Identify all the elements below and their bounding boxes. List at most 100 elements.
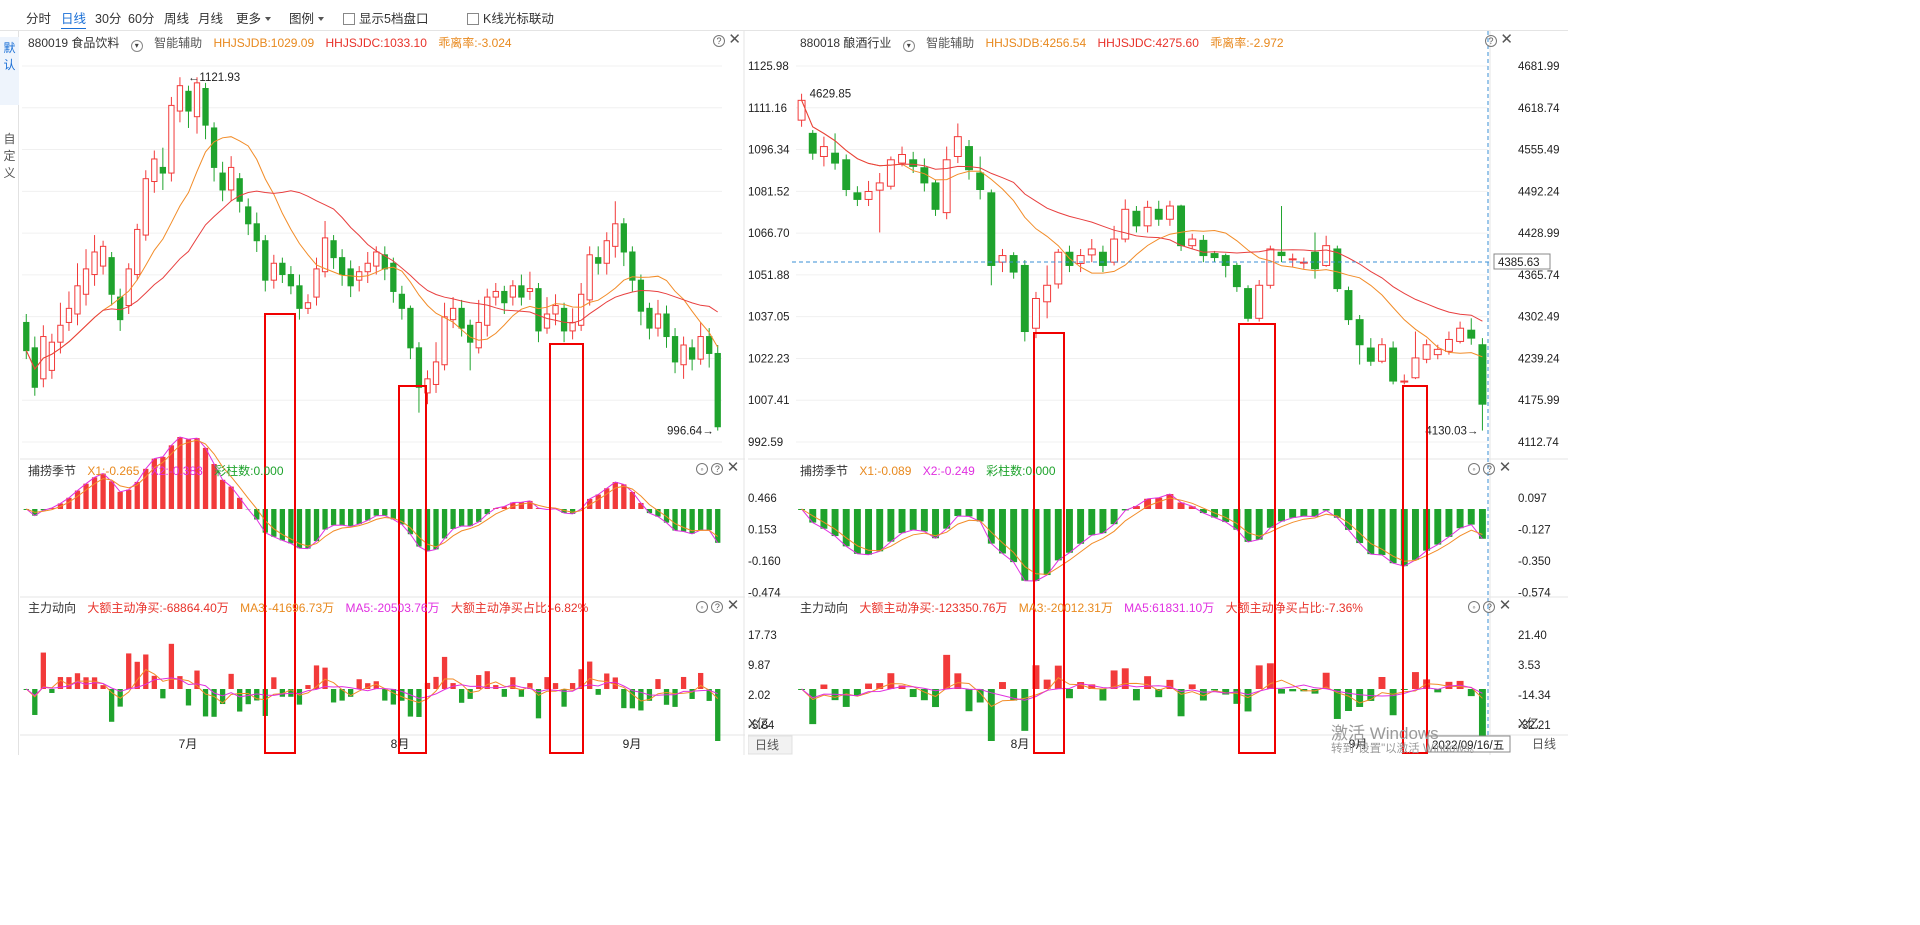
candle-body xyxy=(1043,284,1052,303)
candle-body xyxy=(458,307,465,329)
candle-body xyxy=(1132,210,1141,227)
kline-link-checkbox[interactable]: K线光标联动 xyxy=(467,8,554,27)
tab-monthly[interactable]: 月线 xyxy=(198,8,223,27)
osc-bar xyxy=(365,509,371,521)
flow-bar xyxy=(356,679,362,689)
flow-tick-label: 17.73 xyxy=(748,630,777,642)
candle-body xyxy=(159,166,167,174)
tab-30min[interactable]: 30分 xyxy=(95,8,121,27)
help-icon[interactable]: ? xyxy=(711,601,724,613)
flow-bar xyxy=(932,689,939,708)
candle-body xyxy=(1177,205,1186,247)
osc-bar xyxy=(441,509,448,539)
tab-default-layout[interactable]: 默认 xyxy=(0,37,19,105)
flow-bar xyxy=(1289,689,1297,692)
close-icon[interactable]: ✕ xyxy=(1499,597,1512,614)
osc-x1: X1:-0.089 xyxy=(859,464,912,478)
kline-link-label: K线光标联动 xyxy=(483,12,554,26)
osc-bar xyxy=(416,509,422,547)
osc-bar xyxy=(382,509,388,516)
show-5level-checkbox[interactable]: 显示5档盘口 xyxy=(343,8,428,27)
osc-bar xyxy=(313,509,320,542)
chart-canvas[interactable]: 1125.981111.161096.341081.521066.701051.… xyxy=(20,31,745,755)
hhjsjdc-value: HHJSJDC:4275.60 xyxy=(1097,36,1199,50)
tab-weekly[interactable]: 周线 xyxy=(164,8,189,27)
tab-daily[interactable]: 日线 xyxy=(61,8,87,29)
flow-bar xyxy=(441,656,448,689)
osc-bar xyxy=(348,509,354,527)
candle-body xyxy=(142,178,149,236)
price-tick-label: 1096.34 xyxy=(748,145,790,157)
month-label: 9月 xyxy=(623,737,642,751)
close-icon[interactable]: ✕ xyxy=(728,31,741,48)
help-icon[interactable]: ? xyxy=(1483,463,1496,475)
candle-body xyxy=(1456,327,1465,342)
month-label: 8月 xyxy=(1011,737,1030,751)
flow-icons: ◦ ? ✕ xyxy=(696,597,740,614)
candle-body xyxy=(151,158,158,183)
candle-body xyxy=(1032,297,1040,329)
flow-icons: ◦ ? ✕ xyxy=(1468,597,1512,614)
flow-tick-label: 21.40 xyxy=(1518,630,1547,642)
candle-body xyxy=(1389,347,1398,382)
price-tick-label: 4681.99 xyxy=(1518,61,1560,73)
flow-ma3: MA3:-20012.31万 xyxy=(1018,601,1113,615)
price-tick-label: 4365.74 xyxy=(1518,270,1560,282)
price-tick-label: 4555.49 xyxy=(1518,145,1560,157)
flow-tick-label: 9.87 xyxy=(748,660,770,672)
candle-body xyxy=(210,127,218,168)
chevron-down-icon xyxy=(265,17,272,21)
legend-dropdown[interactable]: 图例 xyxy=(289,8,325,27)
assist-label[interactable]: 智能辅助 xyxy=(154,36,202,50)
help-icon[interactable]: ? xyxy=(1483,601,1496,613)
osc-tick-label: 0.153 xyxy=(748,525,777,537)
more-dropdown[interactable]: 更多 xyxy=(236,8,272,27)
tab-custom-layout[interactable]: 自定义 xyxy=(0,131,19,182)
chevron-down-icon[interactable]: ▾ xyxy=(130,40,143,52)
candle-body xyxy=(671,336,679,363)
ma-line-long xyxy=(801,100,1483,322)
close-icon[interactable]: ✕ xyxy=(727,597,740,614)
flow-bar xyxy=(595,689,601,695)
tab-60min[interactable]: 60分 xyxy=(128,8,154,27)
flow-bar xyxy=(1400,689,1408,690)
assist-label[interactable]: 智能辅助 xyxy=(926,36,974,50)
help-icon[interactable]: ? xyxy=(711,463,724,475)
close-icon[interactable]: ✕ xyxy=(1499,459,1512,476)
chart-canvas[interactable]: 1125.981111.161096.341081.521066.701051.… xyxy=(748,31,1568,755)
candle-body xyxy=(176,85,184,112)
osc-bar xyxy=(1356,509,1364,544)
flow-bar xyxy=(1322,672,1330,689)
flow-unit-label: X亿 xyxy=(1518,716,1539,731)
close-icon[interactable]: ✕ xyxy=(727,459,740,476)
flow-title: 主力动向 xyxy=(800,601,849,615)
candle-body xyxy=(1378,344,1386,362)
price-tick-label: 1022.23 xyxy=(748,353,790,365)
settings-icon[interactable]: ◦ xyxy=(1468,601,1480,613)
settings-icon[interactable]: ◦ xyxy=(1468,463,1480,475)
candle-body xyxy=(998,255,1007,263)
help-icon[interactable]: ? xyxy=(713,35,725,47)
candle-body xyxy=(1087,248,1096,256)
osc-bar xyxy=(518,502,525,509)
candle-body xyxy=(449,307,457,321)
settings-icon[interactable]: ◦ xyxy=(696,601,708,613)
max-price-label: ←1121.93 xyxy=(188,72,240,84)
osc-bar xyxy=(876,509,884,552)
candle-body xyxy=(987,192,996,266)
settings-icon[interactable]: ◦ xyxy=(696,463,708,475)
osc-x2: X2:-0.249 xyxy=(922,464,975,478)
flow-bar xyxy=(458,689,465,703)
osc-bar xyxy=(74,490,81,509)
osc-bar xyxy=(1099,509,1107,534)
help-icon[interactable]: ? xyxy=(1485,35,1497,47)
candle-body xyxy=(586,254,593,301)
flow-legend: 主力动向 大额主动净买:-68864.40万 MA3:-41696.73万 MA… xyxy=(28,599,596,616)
osc-bar xyxy=(621,484,627,509)
candle-body xyxy=(492,290,499,298)
osc-bar xyxy=(1367,509,1375,555)
chevron-down-icon[interactable]: ▾ xyxy=(902,40,915,52)
close-icon[interactable]: ✕ xyxy=(1500,31,1513,48)
main-legend: 880019 食品饮料 ▾ 智能辅助 HHJSJDB:1029.09 HHJSJ… xyxy=(28,34,520,52)
tab-intraday[interactable]: 分时 xyxy=(26,8,51,27)
